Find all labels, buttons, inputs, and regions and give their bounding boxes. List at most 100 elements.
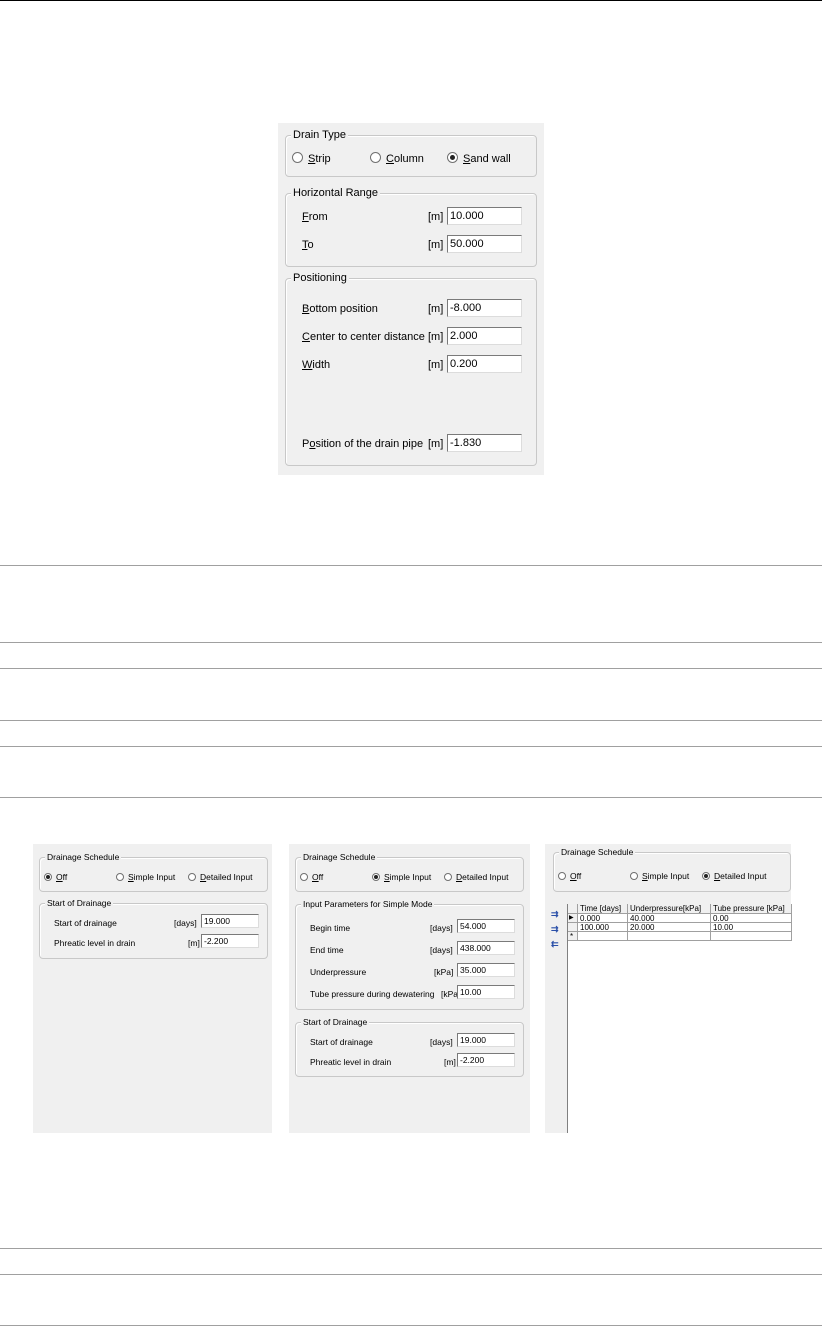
- start-of-drainage-label: Start of drainage: [54, 918, 117, 928]
- width-input[interactable]: 0.200: [447, 355, 522, 373]
- start-of-drainage-group: Start of Drainage Start of drainage [day…: [295, 1016, 524, 1077]
- drainage-schedule-group: Drainage Schedule Off Simple Input Detai…: [39, 851, 268, 892]
- start-of-drainage-group: Start of Drainage Start of drainage [day…: [39, 897, 268, 959]
- simple-mode-params-legend: Input Parameters for Simple Mode: [301, 898, 435, 910]
- underpressure-unit: [kPa]: [434, 967, 454, 977]
- table-cell[interactable]: 0.000: [578, 914, 628, 923]
- current-row-marker: ▶: [568, 914, 578, 923]
- start-of-drainage-legend: Start of Drainage: [301, 1016, 370, 1028]
- end-time-unit: [days]: [430, 945, 453, 955]
- radio-off[interactable]: Off: [44, 870, 67, 884]
- to-unit: [m]: [428, 239, 444, 251]
- start-of-drainage-label: Start of drainage: [310, 1037, 373, 1047]
- radio-circle[interactable]: [558, 872, 566, 880]
- drain-type-legend: Drain Type: [291, 128, 348, 142]
- table-cell[interactable]: 10.00: [711, 923, 792, 932]
- phreatic-level-unit: [m]: [188, 938, 200, 948]
- rule: [0, 1274, 822, 1275]
- rule: [0, 746, 822, 747]
- horizontal-range-legend: Horizontal Range: [291, 186, 380, 200]
- start-of-drainage-input[interactable]: 19.000: [201, 914, 259, 928]
- phreatic-level-label: Phreatic level in drain: [54, 938, 136, 948]
- tube-pressure-input[interactable]: 10.00: [457, 985, 515, 999]
- table-cell[interactable]: [628, 932, 711, 941]
- drainage-schedule-simple-dialog: Drainage Schedule Off Simple Input Detai…: [289, 844, 530, 1133]
- table-cell[interactable]: [711, 932, 792, 941]
- center-distance-label: Center to center distance: [302, 331, 425, 343]
- radio-circle[interactable]: [116, 873, 124, 881]
- radio-circle[interactable]: [370, 152, 381, 163]
- top-rule: [0, 0, 822, 1]
- drainage-schedule-group: Drainage Schedule Off Simple Input Detai…: [553, 846, 791, 892]
- radio-simple-input[interactable]: Simple Input: [630, 869, 689, 883]
- radio-off[interactable]: Off: [300, 870, 323, 884]
- detailed-schedule-table[interactable]: Time [days] Underpressure[kPa] Tube pres…: [567, 904, 792, 1133]
- table-cell[interactable]: 20.000: [628, 923, 711, 932]
- table-cell[interactable]: 100.000: [578, 923, 628, 932]
- column-header[interactable]: Tube pressure [kPa]: [711, 904, 792, 914]
- table-cell[interactable]: [578, 932, 628, 941]
- underpressure-input[interactable]: 35.000: [457, 963, 515, 977]
- positioning-legend: Positioning: [291, 271, 349, 285]
- end-time-input[interactable]: 438.000: [457, 941, 515, 955]
- radio-simple-input[interactable]: Simple Input: [372, 870, 431, 884]
- radio-simple-input[interactable]: Simple Input: [116, 870, 175, 884]
- width-label: Width: [302, 359, 331, 371]
- phreatic-level-input[interactable]: -2.200: [201, 934, 259, 948]
- drain-pipe-position-input[interactable]: -1.830: [447, 434, 522, 452]
- start-of-drainage-unit: [days]: [174, 918, 197, 928]
- radio-circle[interactable]: [292, 152, 303, 163]
- add-row-icon[interactable]: ⇉: [551, 924, 559, 935]
- radio-circle[interactable]: [188, 873, 196, 881]
- phreatic-level-input[interactable]: -2.200: [457, 1053, 515, 1067]
- center-distance-unit: [m]: [428, 331, 444, 343]
- drain-pipe-position-label: Position of the drain pipe: [302, 438, 424, 450]
- rule: [0, 797, 822, 798]
- radio-circle[interactable]: [300, 873, 308, 881]
- radio-off[interactable]: Off: [558, 869, 581, 883]
- from-unit: [m]: [428, 211, 444, 223]
- from-input[interactable]: 10.000: [447, 207, 522, 225]
- delete-row-icon[interactable]: ⇇: [551, 939, 559, 950]
- radio-detailed-input[interactable]: Detailed Input: [702, 869, 766, 883]
- drainage-schedule-detailed-dialog: Drainage Schedule Off Simple Input Detai…: [545, 844, 792, 1133]
- radio-circle[interactable]: [444, 873, 452, 881]
- radio-circle-selected[interactable]: [702, 872, 710, 880]
- center-distance-input[interactable]: 2.000: [447, 327, 522, 345]
- radio-detailed-input[interactable]: Detailed Input: [444, 870, 508, 884]
- radio-circle-selected[interactable]: [372, 873, 380, 881]
- column-header[interactable]: Underpressure[kPa]: [628, 904, 711, 914]
- begin-time-label: Begin time: [310, 923, 351, 933]
- positioning-group: Positioning Bottom position [m] -8.000 C…: [285, 271, 537, 466]
- tube-pressure-label: Tube pressure during dewatering: [310, 989, 435, 999]
- horizontal-range-group: Horizontal Range From [m] 10.000 To [m] …: [285, 186, 537, 267]
- radio-circle-selected[interactable]: [447, 152, 458, 163]
- end-time-label: End time: [310, 945, 344, 955]
- to-input[interactable]: 50.000: [447, 235, 522, 253]
- rule: [0, 642, 822, 643]
- radio-sand-wall[interactable]: Sand wall: [447, 152, 511, 166]
- radio-detailed-input[interactable]: Detailed Input: [188, 870, 252, 884]
- radio-circle[interactable]: [630, 872, 638, 880]
- drain-properties-dialog: Drain Type Strip Column Sand wall Horizo…: [278, 123, 544, 475]
- bottom-position-input[interactable]: -8.000: [447, 299, 522, 317]
- to-label: To: [302, 239, 314, 251]
- simple-mode-params-group: Input Parameters for Simple Mode Begin t…: [295, 898, 524, 1010]
- start-of-drainage-input[interactable]: 19.000: [457, 1033, 515, 1047]
- width-unit: [m]: [428, 359, 444, 371]
- radio-strip[interactable]: Strip: [292, 152, 331, 166]
- rule: [0, 720, 822, 721]
- row-header: [568, 923, 578, 932]
- radio-column[interactable]: Column: [370, 152, 424, 166]
- underpressure-label: Underpressure: [310, 967, 367, 977]
- start-of-drainage-unit: [days]: [430, 1037, 453, 1047]
- drainage-schedule-legend: Drainage Schedule: [301, 851, 378, 863]
- radio-circle-selected[interactable]: [44, 873, 52, 881]
- rule: [0, 1325, 822, 1326]
- begin-time-input[interactable]: 54.000: [457, 919, 515, 933]
- rule: [0, 1248, 822, 1249]
- table-cell[interactable]: 40.000: [628, 914, 711, 923]
- table-cell[interactable]: 0.00: [711, 914, 792, 923]
- column-header[interactable]: Time [days]: [578, 904, 628, 914]
- insert-row-icon[interactable]: ⇉: [551, 909, 559, 920]
